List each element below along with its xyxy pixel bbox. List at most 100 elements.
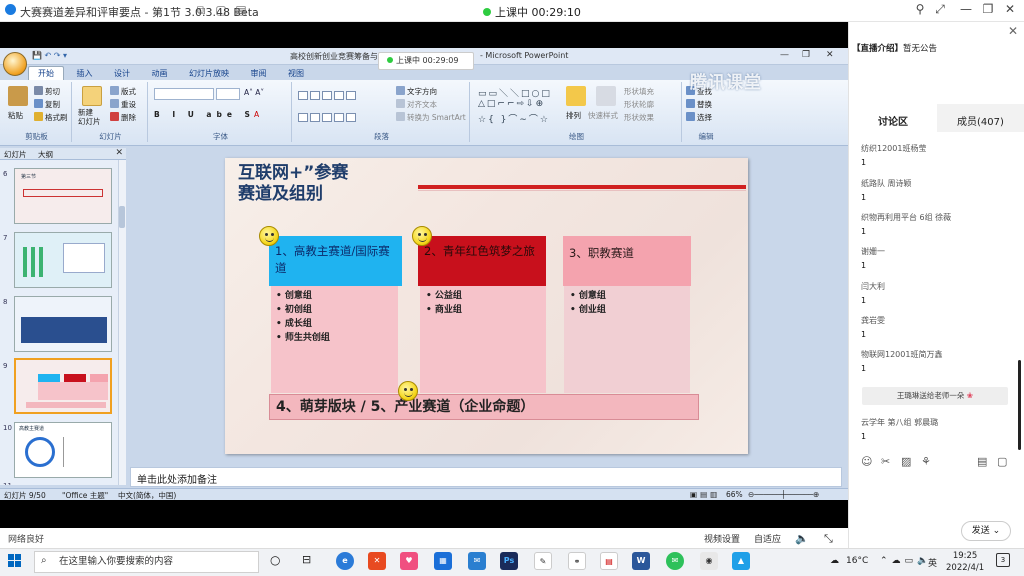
emoji-icon[interactable]: ☺ [861, 455, 872, 468]
list-icons[interactable] [298, 90, 358, 103]
app-icon-red[interactable]: ✕ [368, 552, 386, 570]
restore-button[interactable]: ❐ [978, 2, 998, 16]
layout-button[interactable]: 版式 [110, 86, 136, 97]
mail-icon[interactable]: ✉ [468, 552, 486, 570]
adaptive-button[interactable]: 自适应 [754, 532, 781, 545]
chat-icon[interactable]: ▢ [214, 3, 228, 17]
cut-button[interactable]: 剪切 [34, 86, 60, 97]
tab-outline[interactable]: 大纲 [38, 149, 53, 160]
align-icons[interactable] [298, 112, 358, 125]
fullscreen-icon[interactable]: ⤢ [930, 2, 950, 17]
new-slide-button[interactable]: 新建 幻灯片 [78, 108, 101, 126]
ppt-minimize-button[interactable]: — [780, 50, 789, 60]
scissors-icon[interactable]: ✂ [881, 455, 890, 468]
flower-gift-icon[interactable]: ⚘ [921, 455, 931, 468]
tab-insert[interactable]: 插入 [68, 67, 102, 80]
shapes-gallery-row2[interactable]: △□⌐⌐⇨⇩⊕ [478, 99, 545, 109]
app-icon-blue[interactable]: ▦ [434, 552, 452, 570]
arrange-icon[interactable] [566, 86, 586, 106]
select-button[interactable]: 选择 [686, 112, 712, 123]
tab-slides[interactable]: 幻灯片 [4, 149, 27, 160]
new-slide-icon[interactable] [82, 86, 102, 106]
video-settings-button[interactable]: 视频设置 [704, 532, 740, 545]
chat-scrollbar[interactable] [1018, 360, 1021, 450]
tab-discussion[interactable]: 讨论区 [878, 113, 908, 128]
quick-styles-button[interactable]: 快速样式 [588, 110, 618, 121]
exit-fullscreen-icon[interactable]: ⤡ [824, 532, 833, 546]
task-view-icon[interactable]: ⊟ [302, 553, 311, 566]
close-icon[interactable]: ✕ [115, 148, 123, 158]
copy-button[interactable]: 复制 [34, 99, 60, 110]
ppt-close-button[interactable]: ✕ [826, 50, 834, 60]
slide-thumbnail[interactable] [14, 232, 112, 288]
arrange-button[interactable]: 排列 [566, 110, 581, 121]
replace-button[interactable]: 替换 [686, 99, 712, 110]
thumbnail-scroll-thumb[interactable] [119, 206, 125, 228]
minimize-button[interactable]: — [956, 2, 976, 16]
image-icon[interactable]: ▨ [901, 455, 911, 468]
tab-slideshow[interactable]: 幻灯片放映 [180, 67, 238, 80]
paste-icon[interactable] [8, 86, 28, 106]
wechat-icon[interactable]: ✉ [666, 552, 684, 570]
zoom-slider[interactable]: ⊖──────┼──────⊕ [748, 490, 819, 499]
text-direction-button[interactable]: 文字方向 [396, 86, 437, 97]
ppt-restore-button[interactable]: ❐ [802, 50, 810, 60]
grow-font-icon[interactable]: A˄ A˅ [244, 88, 264, 97]
tab-view[interactable]: 视图 [279, 67, 313, 80]
edge-browser-icon[interactable]: e [336, 552, 354, 570]
windows-start-icon[interactable] [8, 554, 22, 568]
app-icon-network[interactable]: ⚭ [568, 552, 586, 570]
font-size-select[interactable] [216, 88, 240, 100]
notification-center-icon[interactable]: 3 [996, 553, 1010, 567]
ime-indicator[interactable]: 英 [928, 556, 937, 569]
pin-icon[interactable]: ⚲ [910, 2, 930, 16]
shapes-gallery-row1[interactable]: ▭▭＼＼□○□ [478, 86, 552, 99]
slide-thumbnail[interactable]: 第三节 [14, 168, 112, 224]
volume-icon[interactable]: 🔈 [795, 532, 809, 545]
format-painter-button[interactable]: 格式刷 [34, 112, 68, 123]
slide-thumbnail[interactable] [14, 296, 112, 352]
photoshop-icon[interactable]: Ps [500, 552, 518, 570]
comment-icon[interactable]: ▢ [997, 455, 1007, 468]
shapes-gallery-row3[interactable]: ☆{ }⌒∼⌒☆ [478, 112, 550, 125]
smartart-button[interactable]: 转换为 SmartArt [396, 112, 466, 123]
shape-outline-button[interactable]: 形状轮廓 [624, 99, 654, 110]
chat-mode-icon[interactable]: ▤ [977, 455, 987, 468]
reset-button[interactable]: 重设 [110, 99, 136, 110]
slide-thumbnail-selected[interactable] [14, 358, 112, 414]
delete-button[interactable]: 删除 [110, 112, 136, 123]
tab-review[interactable]: 审阅 [242, 67, 276, 80]
app-icon-active[interactable]: ◉ [700, 552, 718, 570]
quick-styles-icon[interactable] [596, 86, 616, 106]
app-icon-paint[interactable]: ✎ [534, 552, 552, 570]
office-button[interactable] [3, 52, 27, 76]
font-style-buttons[interactable]: B I U abe S [154, 110, 255, 119]
tab-animation[interactable]: 动画 [143, 67, 177, 80]
slide-thumbnail[interactable]: 高教主赛道 [14, 422, 112, 478]
tray-icons[interactable]: ⌃☁▭🔈 [880, 556, 932, 566]
quick-access-icon[interactable]: 💾 ↶ ↷ ▾ [32, 51, 67, 60]
close-button[interactable]: ✕ [1000, 2, 1020, 16]
cortana-icon[interactable]: ○ [270, 553, 280, 567]
app-icon-pink[interactable]: ♥ [400, 552, 418, 570]
view-buttons-icon[interactable]: ▣▤▥ [690, 490, 720, 499]
taskbar-clock[interactable]: 19:25 2022/4/1 [946, 550, 984, 574]
word-icon[interactable]: W [632, 552, 650, 570]
tab-members[interactable]: 成员(407) [957, 113, 1004, 128]
font-name-select[interactable] [154, 88, 214, 100]
panel-close-icon[interactable]: ✕ [1008, 24, 1018, 38]
tencent-classroom-icon[interactable]: ▲ [732, 552, 750, 570]
paste-button[interactable]: 粘贴 [8, 110, 23, 121]
shape-effects-button[interactable]: 形状效果 [624, 112, 654, 123]
notes-pane[interactable]: 单击此处添加备注 [130, 467, 842, 487]
tab-home[interactable]: 开始 [28, 66, 64, 80]
send-button[interactable]: 发送 ⌄ [961, 521, 1011, 541]
app-icon-pdf[interactable]: ▤ [600, 552, 618, 570]
shape-fill-button[interactable]: 形状填充 [624, 86, 654, 97]
align-text-button[interactable]: 对齐文本 [396, 99, 437, 110]
taskbar-search-input[interactable]: 在这里输入你要搜索的内容 [34, 551, 259, 573]
share-icon[interactable]: ⧉ [194, 3, 208, 17]
font-color-icon[interactable]: A [254, 110, 259, 119]
tab-design[interactable]: 设计 [105, 67, 139, 80]
document-icon[interactable]: ▤ [234, 3, 248, 17]
